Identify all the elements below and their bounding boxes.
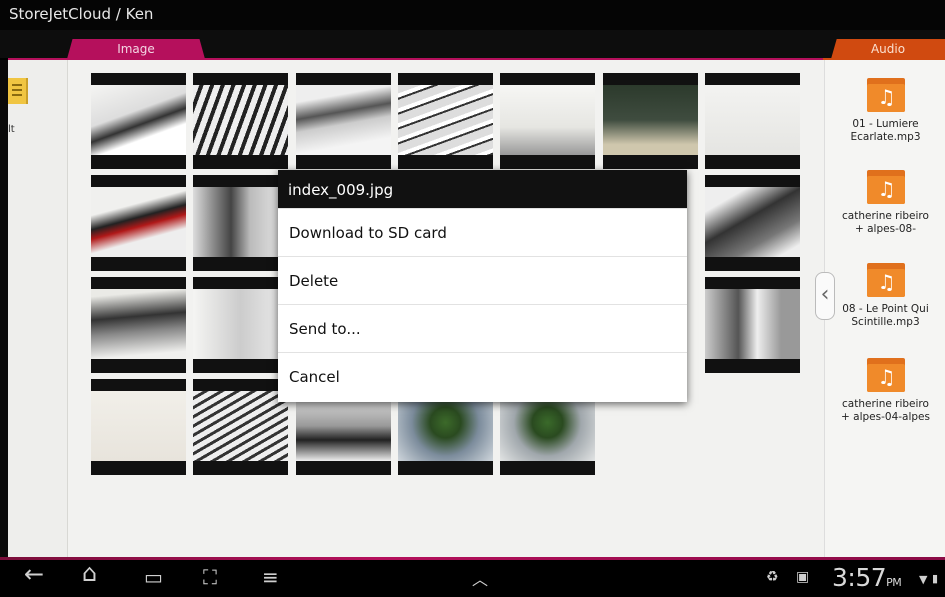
back-arrow-icon[interactable]: ← — [24, 562, 44, 586]
image-thumbnail[interactable] — [603, 73, 698, 169]
title-bar: StoreJetCloud / Ken — [0, 0, 945, 30]
screenshot-icon[interactable]: ⛶ — [203, 567, 217, 587]
system-nav-bar: ← ⌂ ▭ ⛶ ≡ ︿ ♻ ▣ 3:57PM ▼ ▮ — [0, 557, 945, 597]
image-thumbnail[interactable] — [705, 277, 800, 373]
image-thumbnail[interactable] — [91, 175, 186, 271]
context-menu-dialog: index_009.jpg Download to SD card Delete… — [278, 170, 687, 402]
audio-file-item[interactable]: ♫ catherine ribeiro + alpes-04-alpes — [825, 354, 945, 424]
music-folder-icon: ♫ — [866, 74, 905, 112]
image-thumbnail[interactable] — [705, 73, 800, 169]
recent-apps-icon[interactable]: ▭ — [144, 567, 163, 587]
image-thumbnail[interactable] — [193, 175, 288, 271]
download-to-sd-button[interactable]: Download to SD card — [278, 208, 687, 256]
tab-audio[interactable]: Audio — [831, 39, 945, 59]
tab-image[interactable]: Image — [67, 39, 205, 59]
home-icon[interactable]: ⌂ — [82, 561, 97, 585]
music-folder-icon: ♫ — [866, 166, 905, 204]
music-folder-icon: ♫ — [866, 354, 905, 392]
audio-file-item[interactable]: ♫ 08 - Le Point Qui Scintille.mp3 — [825, 259, 945, 329]
app-title: StoreJetCloud / Ken — [9, 5, 154, 23]
image-thumbnail[interactable] — [193, 73, 288, 169]
recycle-icon[interactable]: ♻ — [766, 569, 779, 585]
image-thumbnail[interactable] — [398, 73, 493, 169]
image-thumbnail[interactable] — [193, 277, 288, 373]
clock[interactable]: 3:57PM — [832, 563, 902, 592]
image-thumbnail[interactable] — [91, 277, 186, 373]
audio-panel: ♫ 01 - Lumiere Ecarlate.mp3 ♫ catherine r… — [824, 60, 945, 557]
menu-icon[interactable]: ≡ — [262, 567, 279, 587]
shopping-bag-icon[interactable]: ▣ — [796, 569, 809, 585]
audio-file-item[interactable]: ♫ 01 - Lumiere Ecarlate.mp3 — [825, 74, 945, 144]
document-icon[interactable] — [8, 78, 28, 104]
chevron-left-icon[interactable]: ‹ — [815, 272, 835, 320]
nav-accent-line — [0, 557, 945, 560]
delete-button[interactable]: Delete — [278, 256, 687, 304]
audio-file-name: catherine ribeiro + alpes-08- — [842, 210, 929, 235]
image-thumbnail[interactable] — [91, 73, 186, 169]
cancel-button[interactable]: Cancel — [278, 352, 687, 400]
image-thumbnail[interactable] — [91, 379, 186, 475]
audio-file-item[interactable]: ♫ catherine ribeiro + alpes-08- — [825, 166, 945, 236]
audio-file-name: 08 - Le Point Qui Scintille.mp3 — [842, 303, 929, 328]
image-thumbnail[interactable] — [705, 175, 800, 271]
audio-file-name: 01 - Lumiere Ecarlate.mp3 — [850, 118, 921, 143]
chevron-up-icon[interactable]: ︿ — [472, 570, 488, 590]
left-dock-panel[interactable]: lt — [8, 60, 68, 557]
image-thumbnail[interactable] — [193, 379, 288, 475]
send-to-button[interactable]: Send to... — [278, 304, 687, 352]
left-dock-label: lt — [8, 124, 15, 135]
left-edge — [0, 60, 8, 557]
music-folder-icon: ♫ — [866, 259, 905, 297]
wifi-icon: ▼ — [919, 573, 928, 586]
dialog-title: index_009.jpg — [278, 170, 687, 208]
battery-icon: ▮ — [932, 572, 939, 585]
image-thumbnail[interactable] — [500, 73, 595, 169]
audio-file-name: catherine ribeiro + alpes-04-alpes — [841, 398, 930, 423]
image-thumbnail[interactable] — [296, 73, 391, 169]
